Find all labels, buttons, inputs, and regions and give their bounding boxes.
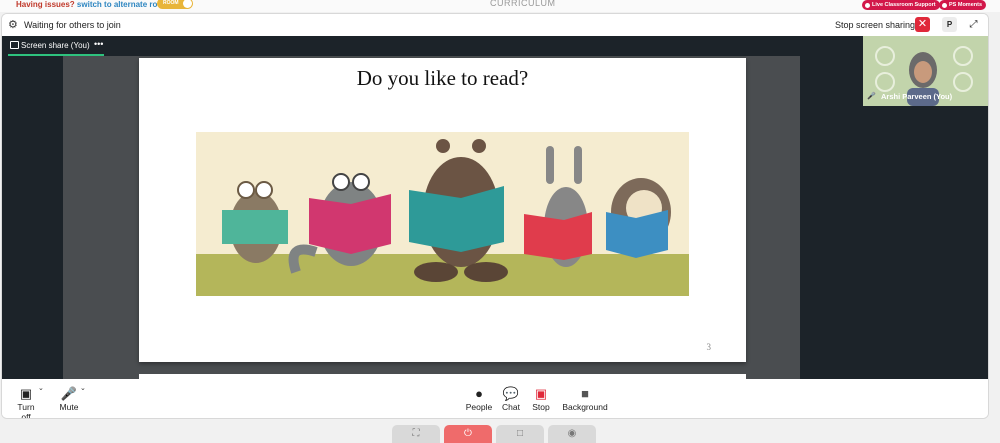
background-icon: ■	[581, 386, 589, 401]
top-banner: Having issues? switch to alternate room …	[0, 0, 1000, 12]
bottom-toolbar: ▣ Turn off ⌄ 🎤 Mute ⌄ ● People 💬 Chat ▣ …	[2, 379, 988, 418]
microphone-icon: 🎤	[60, 386, 78, 401]
slide: Do you like to read? 3	[139, 58, 746, 362]
issue-text: Having issues? switch to alternate room	[16, 0, 169, 9]
mute-button[interactable]: 🎤 Mute	[57, 386, 81, 412]
stop-label: Stop	[532, 402, 550, 412]
live-support-button[interactable]: Live Classroom Support	[862, 0, 940, 10]
chat-button[interactable]: 💬 Chat	[500, 386, 522, 412]
fullscreen-icon[interactable]: ⛶	[392, 425, 440, 443]
tab-screen-share[interactable]: Screen share (You) •••	[8, 36, 103, 56]
tab-bar: Screen share (You) •••	[2, 36, 988, 56]
slide-page-number: 3	[706, 342, 712, 352]
chevron-down-icon[interactable]: ⌄	[38, 384, 44, 392]
background-button[interactable]: ■ Background	[560, 386, 610, 412]
people-button[interactable]: ● People	[465, 386, 493, 412]
alternate-room-link[interactable]: switch to alternate room	[77, 0, 169, 9]
waiting-status: Waiting for others to join	[24, 20, 121, 30]
camera-icon: ▣	[19, 386, 33, 401]
curriculum-title: CURRICULUM	[490, 0, 556, 8]
participant-name: Arshi Parveen (You)	[881, 92, 953, 101]
power-icon[interactable]: ⏻	[444, 425, 492, 443]
room-toggle-label: ROOM	[163, 0, 179, 6]
chat-label: Chat	[502, 402, 520, 412]
p-button[interactable]: P	[942, 17, 957, 32]
stop-share-button[interactable]: ▣ Stop	[531, 386, 551, 412]
camera-label: Turn off	[17, 402, 35, 419]
window-header: ⚙ Waiting for others to join Stop screen…	[2, 14, 988, 36]
participants-panel	[863, 106, 988, 379]
shared-screen: Do you like to read? 3	[63, 56, 800, 382]
background-label: Background	[562, 402, 608, 412]
mic-icon: 🎤	[867, 93, 876, 100]
mute-label: Mute	[59, 402, 79, 412]
camera-button[interactable]: ▣ Turn off	[12, 386, 40, 419]
stop-sharing-label[interactable]: Stop screen sharing	[835, 20, 915, 30]
expand-icon[interactable]: ⤢	[966, 17, 981, 32]
whiteboard-icon[interactable]: □	[496, 425, 544, 443]
stage: Screen share (You) ••• Do you like to re…	[2, 36, 988, 382]
room-toggle[interactable]: ROOM	[157, 0, 193, 9]
issue-label: Having issues?	[16, 0, 75, 9]
people-label: People	[465, 402, 493, 412]
close-share-button[interactable]: ✕	[915, 17, 930, 32]
screen-icon	[10, 41, 19, 49]
toggle-knob	[183, 0, 192, 8]
tab-label: Screen share (You)	[21, 41, 90, 50]
stop-share-icon: ▣	[534, 386, 548, 401]
chevron-down-icon[interactable]: ⌄	[80, 384, 86, 392]
person-icon: ●	[475, 386, 483, 401]
gear-icon[interactable]: ⚙	[8, 18, 18, 31]
chat-bubble-icon: 💬	[502, 386, 520, 401]
palette-icon[interactable]: ◉	[548, 425, 596, 443]
meeting-window: ⚙ Waiting for others to join Stop screen…	[1, 13, 989, 419]
reading-animals-illustration	[196, 132, 689, 296]
ps-moments-button[interactable]: PS Moments	[939, 0, 987, 10]
slide-title: Do you like to read?	[356, 66, 529, 90]
more-options-icon[interactable]: •••	[94, 39, 103, 49]
